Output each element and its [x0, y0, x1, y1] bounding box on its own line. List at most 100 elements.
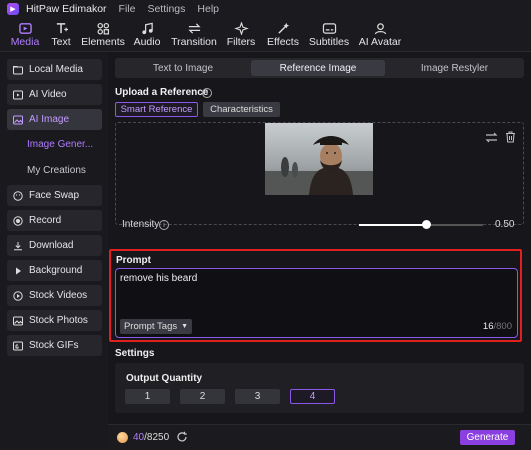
sidebar-item-background[interactable]: Background	[7, 260, 102, 281]
settings-title: Settings	[115, 348, 155, 359]
toolbar-filters[interactable]: Filters	[219, 22, 263, 48]
image-icon	[13, 115, 23, 125]
intensity-slider-handle[interactable]	[421, 220, 431, 229]
play-icon	[13, 266, 23, 276]
sidebar-subitem-image-generator[interactable]: Image Gener...	[27, 139, 93, 150]
generate-button[interactable]: Generate	[460, 430, 515, 445]
prompt-text: remove his beard	[120, 273, 198, 284]
toolbar-subtitles-label: Subtitles	[308, 36, 350, 48]
main-panel: Text to Image Reference Image Image Rest…	[108, 53, 531, 450]
toolbar-text[interactable]: Text	[39, 22, 83, 48]
sidebar-item-ai-image[interactable]: AI Image	[7, 109, 102, 130]
sidebar-item-download[interactable]: Download	[7, 235, 102, 256]
delete-icon[interactable]	[505, 131, 516, 146]
menu-help[interactable]: Help	[197, 3, 219, 15]
credits-total: /8250	[144, 432, 170, 443]
toolbar-effects[interactable]: Effects	[261, 22, 305, 48]
output-settings: Output Quantity 1 2 3 4	[115, 363, 524, 413]
toolbar-ai-avatar-label: AI Avatar	[358, 36, 402, 48]
upload-title: Upload a Reference	[115, 87, 209, 98]
toolbar-text-label: Text	[51, 36, 71, 48]
prompt-title: Prompt	[116, 255, 151, 266]
character-count: 16/800	[483, 321, 512, 332]
title-bar: ▶ HitPaw Edimakor File Settings Help	[0, 0, 531, 18]
menu-file[interactable]: File	[119, 3, 136, 15]
sidebar-item-label: Download	[29, 240, 74, 251]
sidebar-item-record[interactable]: Record	[7, 210, 102, 231]
tab-image-restyler[interactable]: Image Restyler	[387, 60, 522, 76]
sidebar-item-label: Stock GIFs	[29, 340, 79, 351]
sidebar-item-label: Stock Videos	[29, 290, 88, 301]
character-count-value: 16	[482, 321, 494, 332]
quantity-option-3[interactable]: 3	[235, 389, 280, 404]
subtitles-icon	[322, 23, 336, 34]
face-swap-icon	[13, 190, 23, 201]
quantity-option-2[interactable]: 2	[180, 389, 225, 404]
quantity-option-1[interactable]: 1	[125, 389, 170, 404]
credits-used: 40	[133, 432, 145, 443]
reference-upload-area[interactable]	[115, 122, 524, 225]
info-icon[interactable]: i	[202, 88, 212, 98]
caret-down-icon: ▼	[181, 323, 189, 330]
sidebar-item-local-media[interactable]: Local Media	[7, 59, 102, 80]
sidebar-item-label: AI Image	[29, 114, 70, 125]
photo-icon	[13, 316, 23, 326]
sidebar-item-label: Background	[29, 265, 83, 276]
toolbar-media-label: Media	[10, 36, 40, 48]
swap-icon[interactable]	[485, 132, 498, 146]
quantity-option-4[interactable]: 4	[290, 389, 335, 404]
prompt-section: Prompt remove his beard Prompt Tags ▼ 16…	[109, 249, 522, 342]
sidebar-item-face-swap[interactable]: Face Swap	[7, 185, 102, 206]
intensity-label: Intensity	[122, 219, 160, 230]
footer-bar: 40/8250 Generate	[108, 424, 531, 450]
elements-icon	[97, 22, 109, 35]
toolbar-filters-label: Filters	[226, 36, 256, 48]
toolbar-elements[interactable]: Elements	[81, 22, 125, 48]
toolbar-audio-label: Audio	[133, 36, 161, 48]
toolbar-elements-label: Elements	[81, 36, 125, 48]
folder-icon	[13, 65, 23, 75]
text-icon	[56, 23, 68, 34]
prompt-tags-label: Prompt Tags	[123, 321, 178, 332]
media-icon	[18, 23, 32, 34]
prompt-input[interactable]: remove his beard Prompt Tags ▼ 16/800	[115, 268, 518, 338]
video-icon	[13, 90, 23, 100]
credits-display: 40/8250	[133, 432, 169, 443]
characteristics-button[interactable]: Characteristics	[203, 102, 280, 117]
sidebar-item-label: Local Media	[29, 64, 83, 75]
sidebar-subitem-my-creations[interactable]: My Creations	[27, 165, 86, 176]
tab-reference-image[interactable]: Reference Image	[251, 60, 385, 76]
menu-settings[interactable]: Settings	[147, 3, 185, 15]
smart-reference-button[interactable]: Smart Reference	[115, 102, 198, 117]
sidebar-item-stock-photos[interactable]: Stock Photos	[7, 310, 102, 331]
filters-icon	[233, 22, 249, 35]
tab-text-to-image[interactable]: Text to Image	[117, 60, 249, 76]
sidebar-item-label: Stock Photos	[29, 315, 88, 326]
sidebar-item-ai-video[interactable]: AI Video	[7, 84, 102, 105]
sidebar-item-label: Record	[29, 215, 62, 226]
character-count-max: /800	[493, 321, 513, 332]
toolbar-effects-label: Effects	[267, 36, 299, 48]
refresh-icon[interactable]	[176, 431, 188, 446]
record-icon	[13, 215, 23, 226]
sidebar-item-stock-gifs[interactable]: Stock GIFs	[7, 335, 102, 356]
sidebar-item-label: AI Video	[29, 89, 67, 100]
intensity-slider[interactable]	[359, 220, 483, 229]
intensity-value: 0.50	[495, 219, 515, 230]
download-icon	[13, 241, 23, 251]
main-toolbar: Media Text Elements Audio Transition Fil…	[0, 18, 531, 52]
mode-tabs: Text to Image Reference Image Image Rest…	[115, 58, 524, 78]
app-logo-icon: ▶	[7, 3, 19, 15]
ai-avatar-icon	[374, 23, 386, 35]
reference-image-thumbnail	[265, 123, 373, 195]
audio-icon	[141, 22, 153, 35]
toolbar-audio[interactable]: Audio	[125, 22, 169, 48]
sidebar-item-stock-videos[interactable]: Stock Videos	[7, 285, 102, 306]
toolbar-transition-label: Transition	[171, 36, 217, 48]
toolbar-subtitles[interactable]: Subtitles	[307, 22, 351, 48]
prompt-tags-dropdown[interactable]: Prompt Tags ▼	[120, 319, 192, 334]
gif-icon	[13, 341, 23, 351]
toolbar-ai-avatar[interactable]: AI Avatar	[358, 22, 402, 48]
intensity-info-icon[interactable]: i	[159, 220, 169, 230]
toolbar-transition[interactable]: Transition	[171, 22, 217, 48]
